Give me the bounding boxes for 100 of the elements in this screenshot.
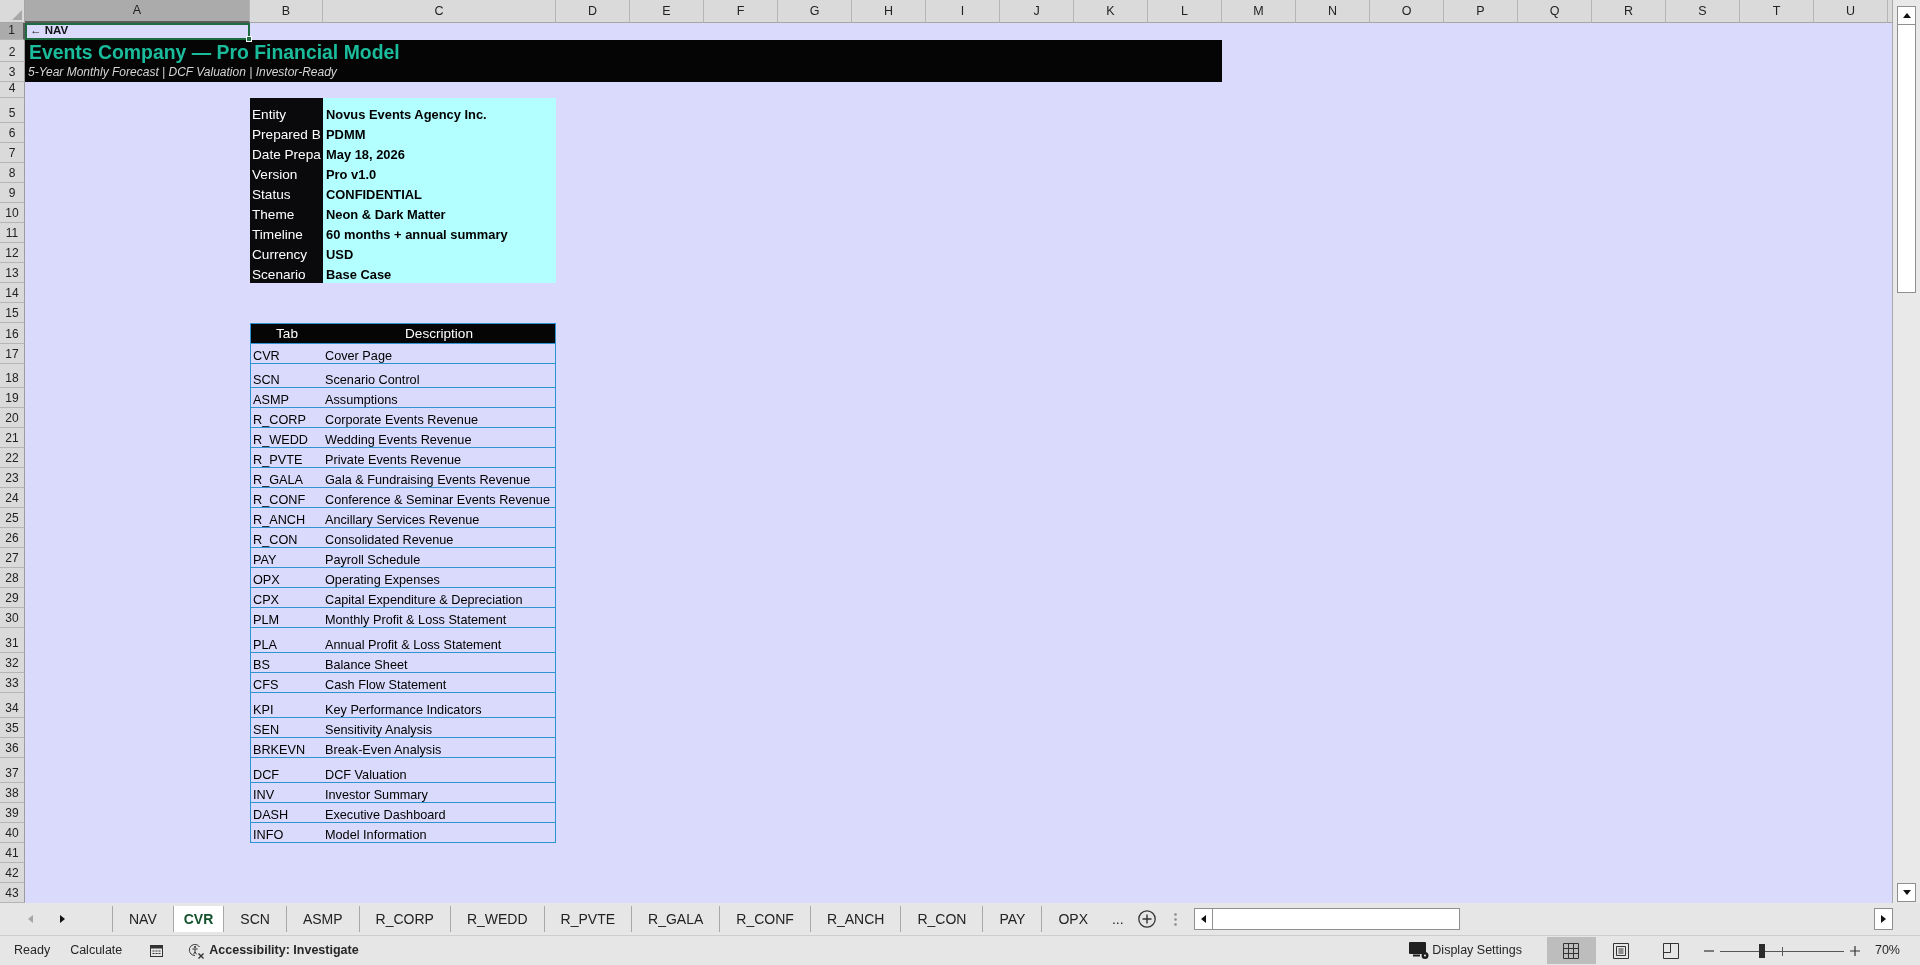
row-header[interactable]: 15 [0,303,25,323]
tab-description-cell: Monthly Profit & Loss Statement [323,608,556,629]
table-icon[interactable] [150,944,164,957]
row-header[interactable]: 8 [0,163,25,183]
row-header[interactable]: 13 [0,263,25,283]
sheet-tab[interactable]: R_WEDD [449,906,544,933]
info-value-cell: 60 months + annual summary [323,223,556,243]
tab-code-cell: R_ANCH [250,508,323,529]
tab-code-cell: R_WEDD [250,428,323,449]
row-header[interactable]: 30 [0,608,25,629]
monitor-gear-icon [1409,942,1430,960]
scroll-left-button[interactable] [1193,908,1213,931]
sheet-tab[interactable]: R_GALA [631,906,720,933]
tab-description-cell: DCF Valuation [323,758,556,784]
sheet-tab[interactable]: CVR [172,906,224,933]
row-header[interactable]: 6 [0,123,25,143]
scroll-right-button[interactable] [1874,908,1893,931]
row-header[interactable]: 37 [0,758,25,784]
sheet-tab[interactable]: PAY [982,906,1042,933]
tab-code-cell: SCN [250,363,323,389]
row-header[interactable]: 31 [0,628,25,654]
tab-code-cell: R_CORP [250,408,323,429]
sheet-tab[interactable]: R_CON [900,906,983,933]
row-header[interactable]: 28 [0,568,25,589]
status-mode: Ready [14,942,51,960]
row-header[interactable]: 32 [0,653,25,674]
display-settings-button[interactable]: Display Settings [1409,941,1522,960]
row-header[interactable]: 34 [0,693,25,719]
row-header[interactable]: 35 [0,718,25,739]
sheet-tab[interactable]: R_PVTE [543,906,632,933]
row-header[interactable]: 18 [0,363,25,389]
column-header[interactable]: A [25,0,250,23]
zoom-slider[interactable] [1719,943,1844,958]
tab-description-cell: Key Performance Indicators [323,693,556,719]
row-header[interactable]: 17 [0,343,25,364]
row-header[interactable]: 3 [0,62,25,82]
sheet-tab[interactable]: R_CORP [358,906,450,933]
row-header[interactable]: 27 [0,548,25,569]
info-label-cell: Date Prepa [250,143,323,163]
row-header[interactable]: 29 [0,588,25,609]
row-header[interactable]: 43 [0,883,25,904]
sheet-tab[interactable]: ASMP [285,906,359,933]
row-header[interactable]: 23 [0,468,25,489]
vertical-dots-icon[interactable] [1173,912,1177,926]
row-header[interactable]: 24 [0,488,25,509]
row-header[interactable]: 42 [0,863,25,884]
sheet-tab[interactable]: NAV [112,906,173,933]
row-header[interactable]: 10 [0,203,25,223]
row-header[interactable]: 11 [0,223,25,243]
row-header[interactable]: 12 [0,243,25,263]
row-header[interactable]: 19 [0,388,25,409]
zoom-slider-thumb[interactable] [1759,943,1766,958]
row-header[interactable]: 41 [0,843,25,864]
new-sheet-button[interactable] [1137,910,1156,929]
row-header[interactable]: 25 [0,508,25,529]
scrollbar-thumb[interactable] [1212,908,1460,931]
horizontal-scrollbar[interactable] [1193,908,1893,931]
row-header[interactable]: 39 [0,803,25,824]
tab-description-cell: Sensitivity Analysis [323,718,556,739]
accessibility-button[interactable]: Accessibility: Investigate [188,941,359,960]
zoom-in-button[interactable] [1849,945,1860,956]
tab-description-cell: Capital Expenditure & Depreciation [323,588,556,609]
zoom-level[interactable]: 70% [1874,941,1900,960]
calculate-button[interactable]: Calculate [70,941,123,960]
row-header[interactable]: 38 [0,783,25,804]
tab-description-cell: Private Events Revenue [323,448,556,469]
sheet-tab[interactable]: OPX [1041,906,1104,933]
sheet-tab[interactable]: SCN [223,906,286,933]
caret-up-icon [1902,13,1911,18]
row-header[interactable]: 22 [0,448,25,469]
row-header[interactable]: 40 [0,823,25,844]
row-header[interactable]: 26 [0,528,25,549]
more-sheets-button[interactable]: ... [1104,906,1132,933]
scroll-up-button[interactable] [1897,6,1916,25]
row-header[interactable]: 14 [0,283,25,303]
tab-code-cell: DASH [250,803,323,824]
grid-icon [1563,942,1580,959]
normal-view-button[interactable] [1546,937,1596,964]
active-cell[interactable]: ← NAV [25,23,250,40]
row-header[interactable]: 36 [0,738,25,759]
row-header[interactable]: 9 [0,183,25,203]
row-header[interactable]: 20 [0,408,25,429]
sheet-tab[interactable]: R_CONF [719,906,810,933]
fill-handle[interactable] [246,36,252,42]
row-header[interactable]: 16 [0,323,25,344]
row-header[interactable]: 2 [0,40,25,62]
row-header[interactable]: 33 [0,673,25,694]
tab-description-cell: Cash Flow Statement [323,673,556,694]
scroll-down-button[interactable] [1897,883,1916,903]
info-value-cell: Novus Events Agency Inc. [323,98,556,123]
row-header[interactable]: 21 [0,428,25,449]
tab-code-cell: PLM [250,608,323,629]
sheet-tab[interactable]: R_ANCH [809,906,901,933]
caret-left-icon [1200,915,1206,924]
accessibility-icon [188,942,205,959]
row-header[interactable]: 5 [0,98,25,123]
row-header[interactable]: 4 [0,82,25,98]
row-header[interactable]: 7 [0,143,25,163]
row-header[interactable]: 1 [0,23,25,40]
scrollbar-thumb[interactable] [1897,25,1916,293]
